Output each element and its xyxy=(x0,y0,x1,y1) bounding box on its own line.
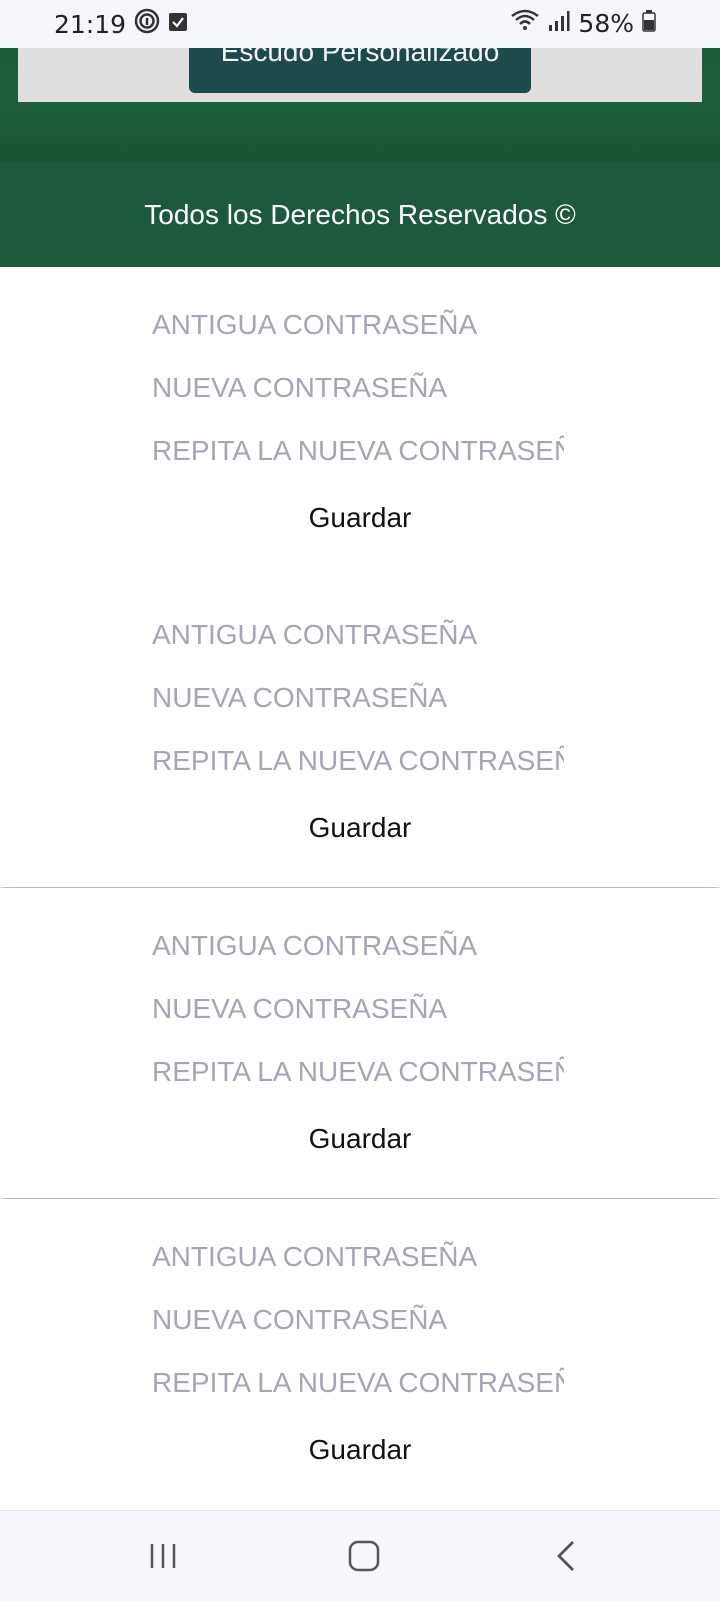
repeat-password-input[interactable] xyxy=(152,427,564,475)
password-form: Guardar xyxy=(0,577,720,887)
save-button[interactable]: Guardar xyxy=(270,1425,450,1475)
copyright-bar: Todos los Derechos Reservados © xyxy=(0,162,720,267)
navigation-bar xyxy=(0,1510,720,1601)
repeat-password-input[interactable] xyxy=(152,1048,564,1096)
new-password-input[interactable] xyxy=(152,364,564,412)
new-password-input[interactable] xyxy=(152,985,564,1033)
recent-apps-icon[interactable] xyxy=(133,1533,193,1579)
password-form: Guardar xyxy=(0,888,720,1198)
status-bar: 21:19 58% xyxy=(0,0,720,48)
old-password-input[interactable] xyxy=(152,1233,564,1281)
status-right: 58% xyxy=(510,8,656,38)
old-password-input[interactable] xyxy=(152,922,564,970)
new-password-input[interactable] xyxy=(152,674,564,722)
wifi-icon xyxy=(510,8,540,38)
status-left: 21:19 xyxy=(54,8,188,40)
clock: 21:19 xyxy=(54,9,127,39)
save-button[interactable]: Guardar xyxy=(270,1114,450,1164)
old-password-input[interactable] xyxy=(152,301,564,349)
save-button[interactable]: Guardar xyxy=(270,493,450,543)
repeat-password-input[interactable] xyxy=(152,1359,564,1407)
password-form: Guardar xyxy=(0,1199,720,1509)
save-button[interactable]: Guardar xyxy=(270,803,450,853)
fingerprint-icon xyxy=(134,8,160,40)
old-password-input[interactable] xyxy=(152,611,564,659)
password-form: Guardar xyxy=(0,267,720,577)
repeat-password-input[interactable] xyxy=(152,737,564,785)
battery-icon xyxy=(642,9,656,38)
back-icon[interactable] xyxy=(536,1533,596,1579)
signal-icon xyxy=(548,9,570,38)
new-password-input[interactable] xyxy=(152,1296,564,1344)
home-icon[interactable] xyxy=(334,1533,394,1579)
battery-percent: 58% xyxy=(578,8,634,38)
checkbox-notification-icon xyxy=(168,10,188,39)
copyright-text: Todos los Derechos Reservados © xyxy=(144,198,576,230)
